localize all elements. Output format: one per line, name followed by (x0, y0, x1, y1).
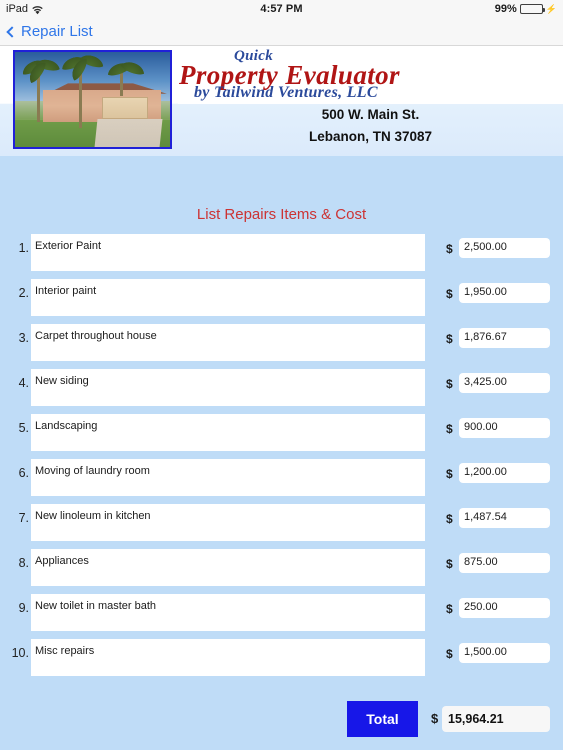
navigation-bar: Repair List (0, 18, 563, 46)
repair-description-input[interactable]: Moving of laundry room (31, 459, 425, 496)
main-content: List Repairs Items & Cost 1. Exterior Pai… (0, 156, 563, 750)
lightning-bolt-icon: ⚡ (545, 3, 557, 14)
row-number-label: 2. (18, 286, 29, 300)
currency-symbol-label: $ (446, 422, 453, 436)
repair-amount-input[interactable]: 3,425.00 (459, 373, 550, 393)
clock-label: 4:57 PM (260, 3, 303, 15)
repair-amount-input[interactable]: 250.00 (459, 598, 550, 618)
total-area: Total $ 15,964.21 (0, 699, 563, 744)
repair-amount-input[interactable]: 1,487.54 (459, 508, 550, 528)
row-number-label: 1. (18, 241, 29, 255)
currency-symbol-label: $ (446, 467, 453, 481)
currency-symbol-label: $ (446, 602, 453, 616)
row-number-label: 5. (18, 421, 29, 435)
repair-item-row: 9. New toilet in master bath $250.00 (0, 594, 563, 639)
currency-symbol-label: $ (446, 377, 453, 391)
total-currency-symbol: $ (431, 711, 439, 726)
status-bar-right: 99% ⚡ (495, 3, 557, 15)
total-button[interactable]: Total (347, 701, 418, 737)
repair-description-input[interactable]: Interior paint (31, 279, 425, 316)
repair-description-input[interactable]: New siding (31, 369, 425, 406)
repair-item-row: 4. New siding $3,425.00 (0, 369, 563, 414)
repair-item-row: 7. New linoleum in kitchen $1,487.54 (0, 504, 563, 549)
currency-symbol-label: $ (446, 332, 453, 346)
repair-description-input[interactable]: Misc repairs (31, 639, 425, 676)
repair-amount-input[interactable]: 2,500.00 (459, 238, 550, 258)
repair-items-list: 1. Exterior Paint $2,500.00 2. Interior pain… (0, 234, 563, 684)
currency-symbol-label: $ (446, 557, 453, 571)
repair-description-input[interactable]: New toilet in master bath (31, 594, 425, 631)
repair-description-input[interactable]: Carpet throughout house (31, 324, 425, 361)
total-amount-field[interactable]: 15,964.21 (442, 706, 550, 732)
repair-amount-input[interactable]: 1,500.00 (459, 643, 550, 663)
row-number-label: 8. (18, 556, 29, 570)
status-bar: iPad 4:57 PM 99% ⚡ (0, 0, 563, 18)
chevron-left-icon (6, 25, 18, 38)
repair-amount-input[interactable]: 900.00 (459, 418, 550, 438)
currency-symbol-label: $ (446, 242, 453, 256)
page-title: List Repairs Items & Cost (196, 206, 367, 223)
repair-item-row: 8. Appliances $875.00 (0, 549, 563, 594)
currency-symbol-label: $ (446, 512, 453, 526)
battery-icon (519, 4, 545, 14)
repair-amount-input[interactable]: 1,950.00 (459, 283, 550, 303)
currency-symbol-label: $ (446, 647, 453, 661)
row-number-label: 4. (18, 376, 29, 390)
repair-item-row: 1. Exterior Paint $2,500.00 (0, 234, 563, 279)
currency-symbol-label: $ (446, 287, 453, 301)
repair-item-row: 3. Carpet throughout house $1,876.67 (0, 324, 563, 369)
repair-description-input[interactable]: Exterior Paint (31, 234, 425, 271)
house-photo (13, 50, 172, 149)
repair-amount-input[interactable]: 875.00 (459, 553, 550, 573)
company-address: 500 W. Main St. Lebanon, TN 37087 (178, 104, 563, 148)
repair-item-row: 10. Misc repairs $1,500.00 (0, 639, 563, 684)
company-logo: Quick Property Evaluator by Tailwind Ven… (178, 46, 563, 104)
repair-item-row: 5. Landscaping $900.00 (0, 414, 563, 459)
repair-item-row: 2. Interior paint $1,950.00 (0, 279, 563, 324)
address-line-2: Lebanon, TN 37087 (308, 129, 433, 144)
row-number-label: 9. (18, 601, 29, 615)
app-root: iPad 4:57 PM 99% ⚡ Repair List Quick Pro… (0, 0, 563, 750)
address-line-1: 500 W. Main St. (321, 107, 420, 122)
repair-amount-input[interactable]: 1,200.00 (459, 463, 550, 483)
row-number-label: 7. (18, 511, 29, 525)
repair-description-input[interactable]: Appliances (31, 549, 425, 586)
header-banner: Quick Property Evaluator by Tailwind Ven… (0, 46, 563, 156)
repair-description-input[interactable]: Landscaping (31, 414, 425, 451)
back-button[interactable]: Repair List (6, 23, 93, 40)
back-button-label: Repair List (21, 23, 93, 40)
battery-percent-label: 99% (494, 3, 517, 15)
repair-description-input[interactable]: New linoleum in kitchen (31, 504, 425, 541)
row-number-label: 6. (18, 466, 29, 480)
row-number-label: 3. (18, 331, 29, 345)
repair-item-row: 6. Moving of laundry room $1,200.00 (0, 459, 563, 504)
repair-amount-input[interactable]: 1,876.67 (459, 328, 550, 348)
row-number-label: 10. (11, 646, 29, 660)
logo-line-subtitle: by Tailwind Ventures, LLC (194, 84, 378, 101)
